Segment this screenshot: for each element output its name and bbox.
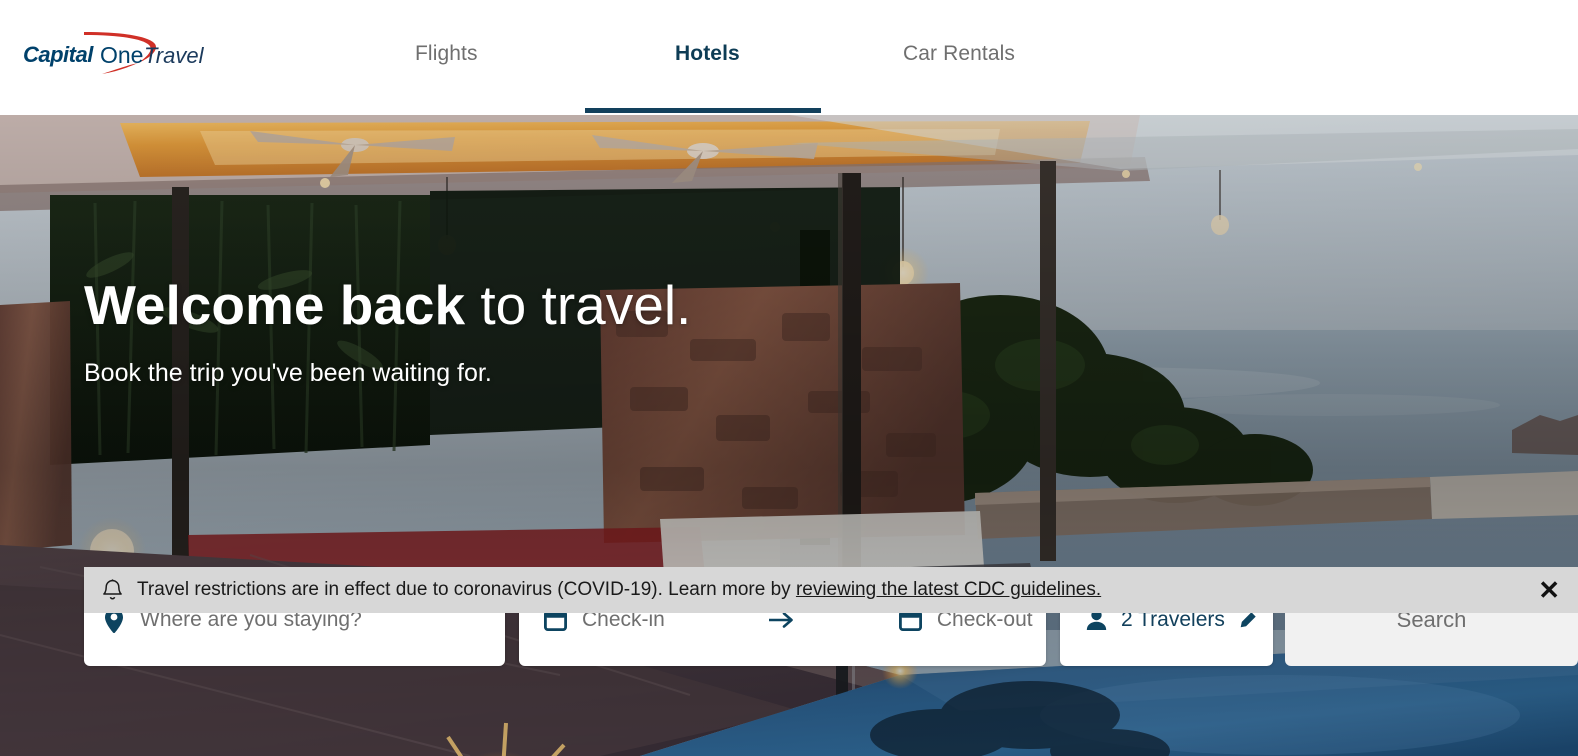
- capital-one-travel-logo[interactable]: Capital One Travel: [22, 30, 222, 78]
- hero-copy: Welcome back to travel. Book the trip yo…: [84, 278, 691, 388]
- nav-item-flights[interactable]: Flights: [415, 42, 478, 66]
- nav-item-hotels[interactable]: Hotels: [675, 42, 740, 66]
- svg-text:Capital: Capital: [23, 42, 94, 67]
- svg-text:Travel: Travel: [144, 43, 205, 68]
- headline-bold: Welcome back: [84, 274, 466, 336]
- bell-icon: [102, 578, 123, 602]
- page-title: Welcome back to travel.: [84, 278, 691, 333]
- banner-message: Travel restrictions are in effect due to…: [137, 579, 1101, 601]
- cdc-guidelines-link[interactable]: reviewing the latest CDC guidelines.: [796, 579, 1101, 600]
- page-root: Capital One Travel Flights Hotels Car Re…: [0, 0, 1578, 756]
- page-subtitle: Book the trip you've been waiting for.: [84, 359, 492, 387]
- headline-light: to travel.: [465, 274, 692, 336]
- site-header: Capital One Travel Flights Hotels Car Re…: [0, 0, 1578, 115]
- banner-text-before: Travel restrictions are in effect due to…: [137, 579, 796, 600]
- svg-text:One: One: [100, 42, 143, 68]
- nav-item-car-rentals[interactable]: Car Rentals: [903, 42, 1015, 66]
- arrow-right-icon: [768, 612, 795, 628]
- hero-image: Welcome back to travel. Book the trip yo…: [0, 115, 1578, 756]
- pencil-icon[interactable]: [1238, 611, 1257, 630]
- close-icon[interactable]: ✕: [1538, 577, 1560, 603]
- active-tab-indicator: [585, 108, 821, 113]
- covid-notification-banner: Travel restrictions are in effect due to…: [84, 567, 1578, 613]
